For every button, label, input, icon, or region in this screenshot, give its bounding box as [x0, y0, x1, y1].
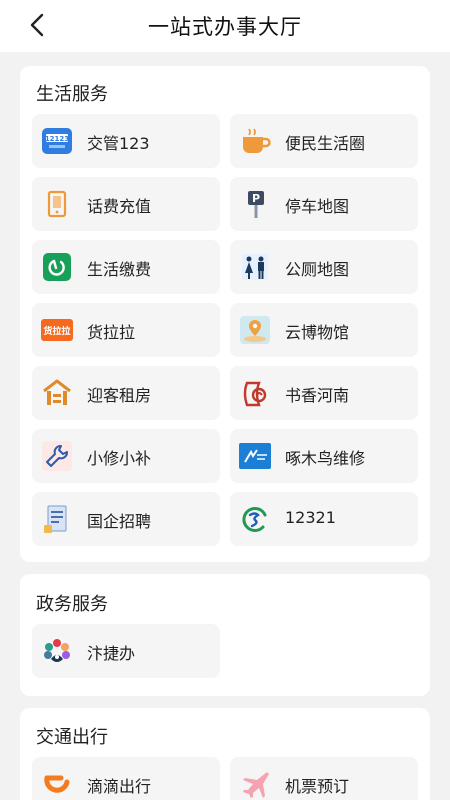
service-item-convenience[interactable]: 便民生活圈: [230, 114, 418, 168]
museum-location-icon: [239, 314, 271, 346]
service-item-restroom[interactable]: 公厕地图: [230, 240, 418, 294]
wrench-icon: [41, 440, 73, 472]
section-title: 生活服务: [36, 84, 108, 105]
section-transport: 交通出行 滴滴出行 机票预订: [20, 708, 430, 800]
service-item-flights[interactable]: 机票预订: [230, 757, 418, 800]
recruit-document-icon: [41, 503, 73, 535]
service-item-bianjieban[interactable]: 汴捷办: [32, 624, 220, 678]
item-label: 书香河南: [285, 386, 350, 405]
phone-recharge-icon: [41, 188, 73, 220]
service-item-traffic[interactable]: 12123 交管123: [32, 114, 220, 168]
section-gov-services: 政务服务 汴捷办: [20, 574, 430, 696]
item-label: 货拉拉: [87, 323, 136, 342]
service-item-recharge[interactable]: 话费充值: [32, 177, 220, 231]
service-item-rental[interactable]: 迎客租房: [32, 366, 220, 420]
service-item-woodpecker[interactable]: 啄木鸟维修: [230, 429, 418, 483]
item-label: 云博物馆: [285, 323, 350, 342]
item-label: 滴滴出行: [87, 777, 152, 796]
restroom-icon: [239, 251, 271, 283]
service-item-recruit[interactable]: 国企招聘: [32, 492, 220, 546]
bill-payment-icon: [41, 251, 73, 283]
service-item-museum[interactable]: 云博物馆: [230, 303, 418, 357]
service-item-books[interactable]: 书香河南: [230, 366, 418, 420]
item-label: 停车地图: [285, 197, 350, 216]
service-item-bills[interactable]: 生活缴费: [32, 240, 220, 294]
service-item-12321[interactable]: 12321: [230, 492, 418, 546]
bianjieban-logo-icon: [41, 635, 73, 667]
item-label: 交管123: [87, 134, 150, 153]
didi-logo-icon: [41, 768, 73, 800]
service-item-huolala[interactable]: 货拉拉 货拉拉: [32, 303, 220, 357]
item-label: 公厕地图: [285, 260, 350, 279]
house-rental-icon: [41, 377, 73, 409]
item-label: 机票预订: [285, 777, 350, 796]
service-item-didi[interactable]: 滴滴出行: [32, 757, 220, 800]
item-label: 便民生活圈: [285, 134, 366, 153]
svg-text:P: P: [252, 192, 260, 205]
parking-sign-icon: P: [239, 188, 271, 220]
section-life-services: 生活服务 12123 交管123 便民生活圈 话费充值 P 停车地图 生活缴费: [20, 66, 430, 562]
svg-text:货拉拉: 货拉拉: [43, 325, 70, 337]
huolala-logo-icon: 货拉拉: [41, 314, 73, 346]
airplane-icon: [239, 768, 271, 800]
service-item-parking[interactable]: P 停车地图: [230, 177, 418, 231]
top-bar: 一站式办事大厅: [0, 0, 450, 52]
coffee-cup-icon: [239, 125, 271, 157]
item-label: 小修小补: [87, 449, 152, 468]
item-label: 汴捷办: [87, 644, 136, 663]
service-item-repair[interactable]: 小修小补: [32, 429, 220, 483]
item-label: 啄木鸟维修: [285, 449, 366, 468]
section-title: 交通出行: [36, 727, 108, 748]
traffic-12123-icon: 12123: [41, 125, 73, 157]
item-label: 迎客租房: [87, 386, 152, 405]
section-title: 政务服务: [36, 594, 108, 615]
woodpecker-logo-icon: [239, 440, 271, 472]
item-label: 生活缴费: [87, 260, 152, 279]
item-label: 12321: [285, 508, 336, 527]
page-title: 一站式办事大厅: [148, 15, 302, 39]
item-label: 国企招聘: [87, 512, 152, 531]
book-henan-icon: [239, 377, 271, 409]
item-label: 话费充值: [87, 197, 152, 216]
report-12321-icon: [239, 503, 271, 535]
svg-text:12123: 12123: [45, 135, 69, 143]
